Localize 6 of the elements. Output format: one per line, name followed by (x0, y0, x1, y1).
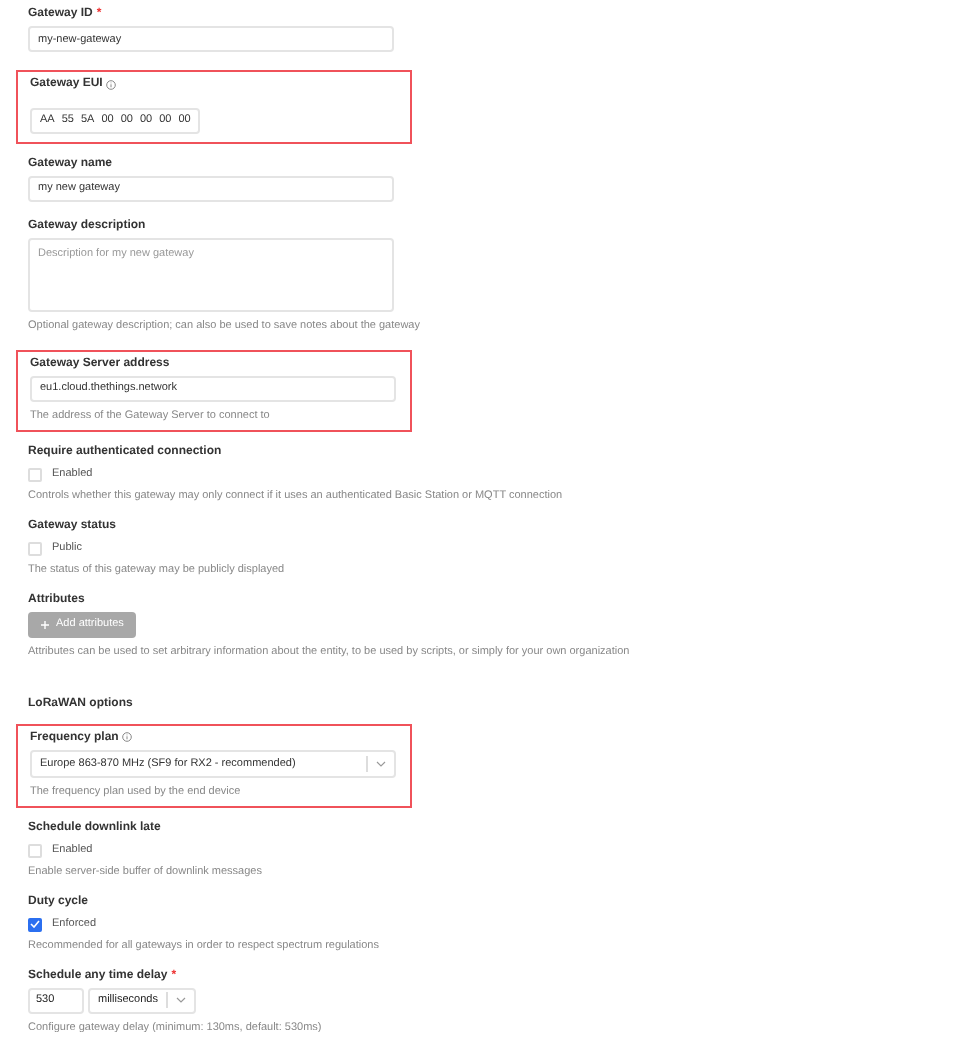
info-icon[interactable] (106, 79, 117, 89)
checkbox[interactable] (28, 917, 42, 931)
plus-icon (40, 619, 50, 629)
info-icon[interactable] (122, 732, 133, 742)
chevron-down-icon (376, 759, 386, 767)
chevron-down-icon (176, 996, 186, 1004)
